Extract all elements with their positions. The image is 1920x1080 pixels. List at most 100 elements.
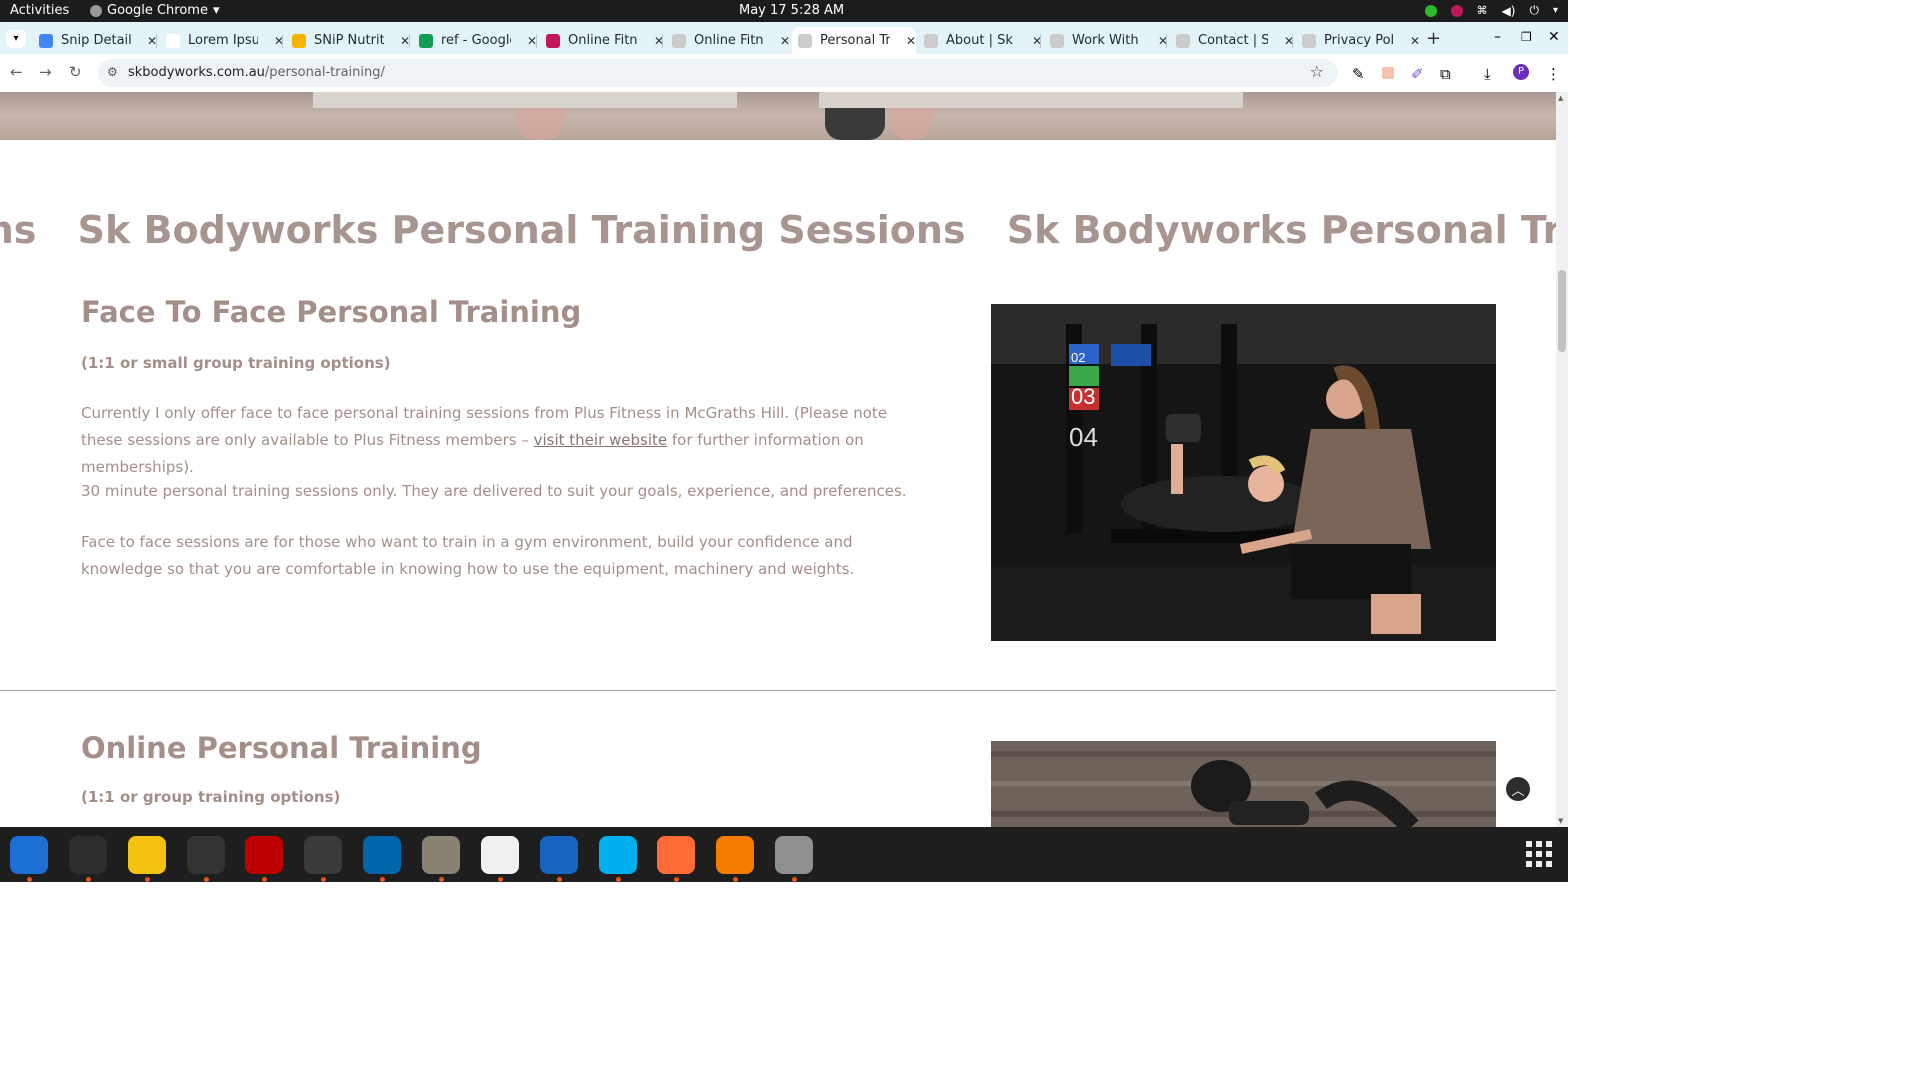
tab-6[interactable]: Personal Training ✕	[792, 27, 916, 54]
chevron-down-icon[interactable]: ▾	[1553, 5, 1558, 16]
scroll-down-arrow-icon[interactable]: ▼	[1558, 817, 1563, 825]
postman-icon[interactable]	[657, 836, 695, 874]
tab-title: Lorem Ipsum	[188, 33, 258, 48]
network-icon[interactable]: ⌘	[1477, 4, 1488, 17]
site-info-icon[interactable]: ⚙	[107, 65, 118, 79]
filezilla-icon[interactable]	[245, 836, 283, 874]
tab-4[interactable]: Online Fitness✕	[540, 27, 664, 54]
libreoffice-writer-icon[interactable]	[540, 836, 578, 874]
chevron-up-icon: ︿	[1511, 783, 1525, 799]
tab-favicon-icon	[1302, 33, 1316, 48]
new-tab-button[interactable]: +	[1426, 28, 1441, 49]
tab-favicon-icon	[1176, 33, 1190, 48]
profile-avatar[interactable]: P	[1513, 64, 1529, 80]
tab-9[interactable]: Contact | Sk✕	[1170, 27, 1294, 54]
tab-close-icon[interactable]: ✕	[780, 34, 790, 48]
tab-title: Online Fitness	[694, 33, 764, 48]
power-icon[interactable]: ⏻	[1529, 3, 1539, 18]
browser-tab-bar: ▾ Snip Details✕Lorem Ipsum✕SNiP Nutritio…	[0, 22, 1568, 54]
scrolling-marquee: sions Sk Bodyworks Personal Training Ses…	[0, 208, 1556, 252]
terminal-icon[interactable]	[69, 836, 107, 874]
restore-icon[interactable]: ❐	[1521, 30, 1532, 44]
running-indicator	[262, 877, 267, 882]
show-apps-grid-icon[interactable]	[1526, 841, 1552, 867]
disk-icon[interactable]	[775, 836, 813, 874]
clock[interactable]: May 17 5:28 AM	[739, 3, 844, 18]
files-icon[interactable]	[422, 836, 460, 874]
tab-title: Personal Training	[820, 33, 890, 48]
running-indicator	[616, 877, 621, 882]
tab-favicon-icon	[166, 33, 180, 48]
tab-title: Contact | Sk	[1198, 33, 1268, 48]
system-monitor-icon[interactable]	[187, 836, 225, 874]
scroll-to-top-button[interactable]: ︿	[1506, 777, 1530, 801]
running-indicator	[557, 877, 562, 882]
visit-website-link[interactable]: visit their website	[534, 431, 668, 449]
skype-icon[interactable]	[599, 836, 637, 874]
tab-separator	[156, 34, 157, 48]
more-menu-icon[interactable]: ⋮	[1546, 65, 1561, 83]
tab-favicon-icon	[419, 33, 433, 48]
tab-1[interactable]: Lorem Ipsum✕	[160, 27, 284, 54]
system-tray[interactable]: ⌘ ◀) ⏻ ▾	[1424, 3, 1558, 18]
forward-icon[interactable]: →	[39, 63, 52, 81]
reload-icon[interactable]: ↻	[69, 63, 82, 81]
thunderbird-icon[interactable]	[10, 836, 48, 874]
tab-5[interactable]: Online Fitness ✕	[666, 27, 790, 54]
tab-favicon-icon	[924, 33, 938, 48]
running-indicator	[321, 877, 326, 882]
tab-2[interactable]: SNiP Nutrition✕	[286, 27, 410, 54]
tab-0[interactable]: Snip Details ✕	[33, 27, 157, 54]
back-icon[interactable]: ←	[10, 63, 23, 81]
online-training-photo-illustration	[991, 741, 1496, 827]
notes-icon[interactable]	[128, 836, 166, 874]
pen-extension-icon[interactable]: ✐	[1411, 65, 1424, 83]
scrollbar-thumb[interactable]	[1558, 270, 1566, 352]
vscode-icon[interactable]	[363, 836, 401, 874]
text-editor-icon[interactable]	[481, 836, 519, 874]
page-scrollbar[interactable]: ▲ ▼	[1556, 92, 1568, 827]
minimize-icon[interactable]: –	[1494, 29, 1501, 45]
chrome-icon[interactable]	[304, 836, 342, 874]
app-menu[interactable]: Google Chrome ▾	[90, 3, 220, 18]
tab-close-icon[interactable]: ✕	[906, 34, 916, 48]
section-paragraph: Face to face sessions are for those who …	[81, 533, 855, 578]
firefox-tray-icon[interactable]	[1450, 4, 1463, 17]
running-indicator	[498, 877, 503, 882]
tab-7[interactable]: About | Sk B✕	[918, 27, 1042, 54]
tab-separator	[409, 34, 410, 48]
omnibox[interactable]: ⚙ skbodyworks.com.au/personal-training/ …	[98, 59, 1338, 87]
tab-title: Online Fitness	[568, 33, 638, 48]
tab-10[interactable]: Privacy Policy ✕	[1296, 27, 1420, 54]
bookmark-star-icon[interactable]: ☆	[1310, 62, 1324, 81]
url-domain: skbodyworks.com.au	[128, 65, 265, 80]
section-divider	[0, 690, 1556, 691]
section-title-face-to-face: Face To Face Personal Training	[81, 295, 582, 329]
download-icon[interactable]: ⤓	[1484, 65, 1491, 83]
scroll-up-arrow-icon[interactable]: ▲	[1558, 94, 1563, 102]
hero-photo-detail	[888, 108, 933, 140]
tab-separator	[282, 34, 283, 48]
running-indicator	[145, 877, 150, 882]
status-check-icon[interactable]	[1424, 4, 1437, 17]
eyedropper-extension-icon[interactable]: ✎	[1352, 65, 1365, 83]
volume-icon[interactable]: ◀)	[1502, 4, 1516, 18]
activities-button[interactable]: Activities	[10, 3, 69, 18]
extensions-puzzle-icon[interactable]: ⧉	[1440, 65, 1451, 83]
trainer-photo: 02 03 04	[991, 304, 1496, 641]
url-text[interactable]: skbodyworks.com.au/personal-training/	[128, 65, 385, 80]
tab-search-icon[interactable]: ▾	[6, 30, 26, 48]
hero-card-left	[313, 92, 737, 108]
tab-separator	[536, 34, 537, 48]
tab-close-icon[interactable]: ✕	[1410, 34, 1420, 48]
close-window-icon[interactable]: ✕	[1548, 29, 1560, 45]
chevron-down-icon: ▾	[212, 3, 220, 18]
marquee-text: sions	[0, 208, 37, 252]
tab-3[interactable]: ref - Google ✕	[413, 27, 537, 54]
url-path: /personal-training/	[264, 65, 385, 80]
tab-8[interactable]: Work With Me✕	[1044, 27, 1168, 54]
calendar-extension-icon[interactable]	[1382, 67, 1394, 79]
firefox-dev-icon[interactable]	[716, 836, 754, 874]
tab-title: Work With Me	[1072, 33, 1142, 48]
tab-title: Snip Details	[61, 33, 131, 48]
